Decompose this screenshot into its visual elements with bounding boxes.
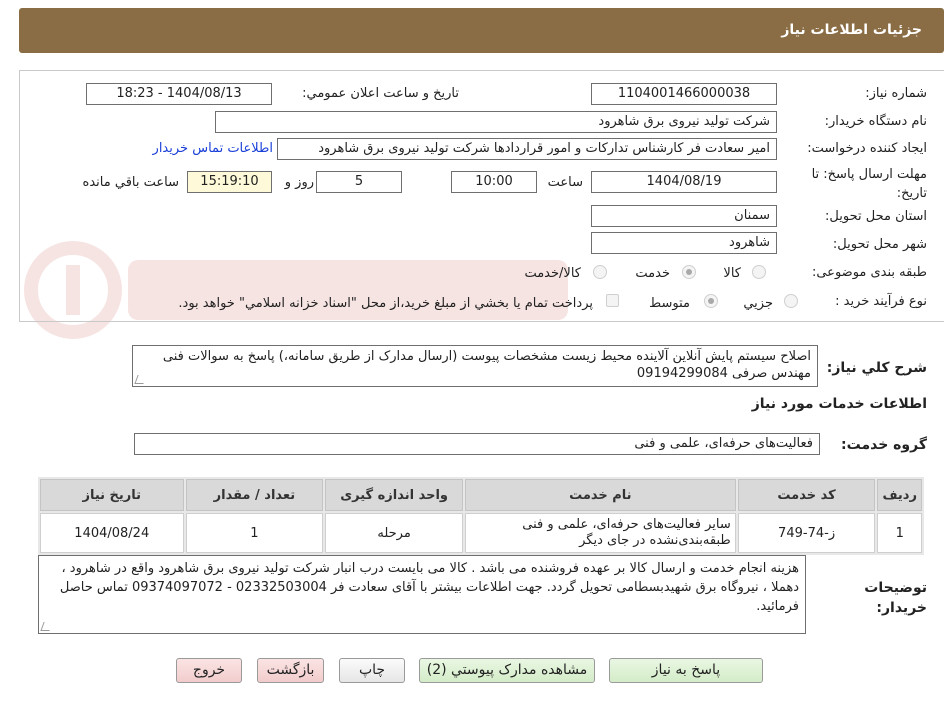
need-number-field: 1104001466000038 bbox=[591, 83, 777, 105]
resize-grip-icon[interactable] bbox=[134, 375, 147, 384]
exit-button[interactable]: خروج bbox=[176, 658, 242, 683]
cell-quantity: 1 bbox=[185, 513, 324, 553]
category-radio-goods[interactable] bbox=[752, 265, 766, 279]
buyer-org-field: شرکت تولید نیروی برق شاهرود bbox=[215, 111, 777, 133]
services-section-title: اطلاعات خدمات مورد نياز bbox=[751, 396, 927, 412]
page-header: جزئیات اطلاعات نیاز bbox=[19, 8, 944, 53]
process-radio-medium[interactable] bbox=[704, 294, 718, 308]
buyer-contact-link[interactable]: اطلاعات تماس خريدار bbox=[153, 141, 273, 156]
col-unit: واحد اندازه گيری bbox=[325, 479, 463, 511]
description-label: شرح کلي نياز: bbox=[826, 360, 927, 376]
cell-service-name: سایر فعالیت‌های حرفه‌ای، علمی و فنی طبقه… bbox=[464, 513, 736, 553]
category-radio-goods-service[interactable] bbox=[593, 265, 607, 279]
province-label: استان محل تحويل: bbox=[825, 209, 927, 224]
col-row-number: رديف bbox=[877, 479, 922, 511]
col-service-code: کد خدمت bbox=[737, 479, 876, 511]
remaining-time-label: ساعت باقي مانده bbox=[82, 175, 179, 190]
days-remaining-field: 5 bbox=[316, 171, 402, 193]
province-field: سمنان bbox=[591, 205, 777, 227]
cell-row-number: 1 bbox=[877, 513, 922, 553]
service-group-field: فعالیت‌های حرفه‌ای، علمی و فنی bbox=[134, 433, 820, 455]
deadline-time-field: 10:00 bbox=[451, 171, 537, 193]
table-row: 1 ز-74-749 سایر فعالیت‌های حرفه‌ای، علمی… bbox=[40, 513, 922, 553]
announce-datetime-label: تاریخ و ساعت اعلان عمومي: bbox=[302, 86, 459, 101]
treasury-payment-note: پرداخت تمام يا بخشي از مبلغ خريد،از محل … bbox=[178, 296, 593, 311]
description-text: اصلاح سیستم پایش آنلاین آلاینده محیط زیس… bbox=[162, 349, 811, 381]
page-title: جزئیات اطلاعات نیاز bbox=[781, 22, 922, 38]
resize-grip-icon[interactable] bbox=[40, 622, 53, 631]
announce-datetime-field: 1404/08/13 - 18:23 bbox=[86, 83, 272, 105]
category-label: طبقه بندی موضوعی: bbox=[811, 265, 927, 280]
city-label: شهر محل تحويل: bbox=[832, 237, 927, 252]
need-number-label: شماره نیاز: bbox=[865, 86, 927, 101]
remaining-time-field: 15:19:10 bbox=[187, 171, 272, 193]
deadline-date-field: 1404/08/19 bbox=[591, 171, 777, 193]
col-quantity: تعداد / مقدار bbox=[185, 479, 324, 511]
table-header-row: رديف کد خدمت نام خدمت واحد اندازه گيری ت… bbox=[40, 479, 922, 511]
category-option-goods: کالا bbox=[723, 266, 741, 281]
city-field: شاهرود bbox=[591, 232, 777, 254]
category-option-goods-service: کالا/خدمت bbox=[524, 266, 581, 281]
back-button[interactable]: بازگشت bbox=[257, 658, 324, 683]
col-service-name: نام خدمت bbox=[464, 479, 736, 511]
buyer-notes-text: هزینه انجام خدمت و ارسال کالا بر عهده فر… bbox=[59, 561, 799, 614]
process-option-medium: متوسط bbox=[649, 296, 690, 311]
process-option-minor: جزيي bbox=[743, 296, 773, 311]
deadline-label: مهلت ارسال پاسخ: تا تاریخ: bbox=[811, 167, 927, 201]
buyer-notes-label: توضيحات خريدار: bbox=[864, 580, 927, 616]
cell-need-date: 1404/08/24 bbox=[40, 513, 184, 553]
cell-unit: مرحله bbox=[325, 513, 463, 553]
view-attachments-button[interactable]: مشاهده مدارک پيوستي (2) bbox=[419, 658, 595, 683]
buyer-notes-textarea: هزینه انجام خدمت و ارسال کالا بر عهده فر… bbox=[38, 555, 806, 634]
print-button[interactable]: چاپ bbox=[339, 658, 405, 683]
process-radio-minor[interactable] bbox=[784, 294, 798, 308]
treasury-payment-checkbox[interactable] bbox=[606, 294, 619, 307]
service-group-label: گروه خدمت: bbox=[841, 437, 927, 453]
days-label: روز و bbox=[284, 175, 314, 190]
description-textarea: اصلاح سیستم پایش آنلاین آلاینده محیط زیس… bbox=[132, 345, 818, 387]
requester-field: امیر سعادت فر کارشناس تدارکات و امور قرا… bbox=[277, 138, 777, 160]
requester-label: ايجاد کننده درخواست: bbox=[807, 141, 927, 156]
reply-button[interactable]: پاسخ به نياز bbox=[609, 658, 763, 683]
process-type-label: نوع فرآيند خريد : bbox=[835, 294, 927, 309]
category-radio-service[interactable] bbox=[682, 265, 696, 279]
cell-service-code: ز-74-749 bbox=[737, 513, 876, 553]
deadline-time-label: ساعت bbox=[547, 175, 583, 190]
buyer-org-label: نام دستگاه خريدار: bbox=[824, 114, 927, 129]
col-need-date: تاريخ نياز bbox=[40, 479, 184, 511]
services-table: رديف کد خدمت نام خدمت واحد اندازه گيری ت… bbox=[38, 477, 924, 555]
category-option-service: خدمت bbox=[635, 266, 670, 281]
